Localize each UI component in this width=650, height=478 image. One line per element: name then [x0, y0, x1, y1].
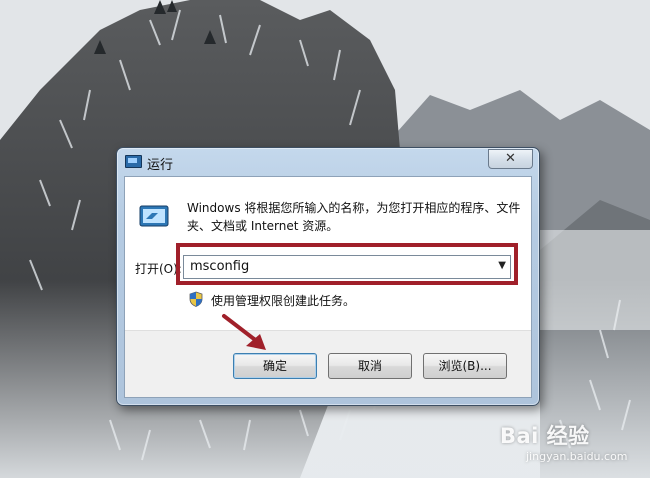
dialog-title: 运行 — [147, 158, 174, 173]
dialog-body: Windows 将根据您所输入的名称，为您打开相应的程序、文件夹、文档或 Int… — [124, 176, 532, 398]
close-button[interactable]: ✕ — [488, 149, 533, 169]
watermark-brand: Bai 经验 — [500, 424, 590, 448]
run-icon — [125, 155, 142, 168]
titlebar[interactable]: 运行 ✕ — [117, 148, 539, 174]
ok-button[interactable]: 确定 — [233, 353, 317, 379]
open-label: 打开(O): — [135, 262, 182, 276]
cancel-button[interactable]: 取消 — [328, 353, 412, 379]
run-description: Windows 将根据您所输入的名称，为您打开相应的程序、文件夹、文档或 Int… — [187, 201, 521, 233]
admin-note: 使用管理权限创建此任务。 — [211, 294, 356, 308]
run-program-icon — [139, 205, 169, 227]
baidu-jingyan-watermark: Bai 经验 jingyan.baidu.com — [500, 420, 640, 470]
input-highlight-box — [176, 243, 518, 285]
watermark-url: jingyan.baidu.com — [526, 450, 628, 463]
browse-button[interactable]: 浏览(B)... — [423, 353, 507, 379]
uac-shield-icon — [189, 291, 203, 307]
run-dialog: 运行 ✕ Windows 将根据您所输入的名称，为您打开相应的程序、文件夹、文档… — [116, 147, 540, 406]
pointer-arrow-icon — [222, 314, 266, 350]
